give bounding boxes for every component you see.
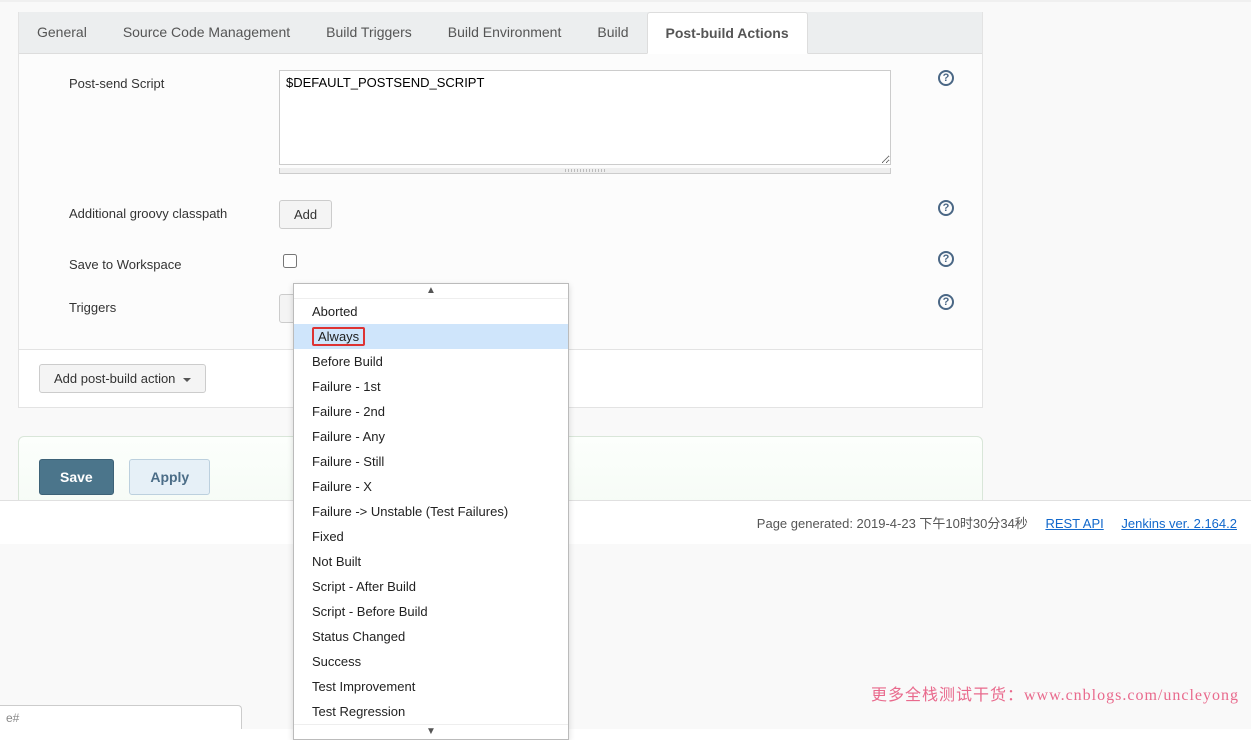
tab-build[interactable]: Build <box>579 12 646 53</box>
dropdown-item-always[interactable]: Always <box>294 324 568 349</box>
footer-rest-api-link[interactable]: REST API <box>1045 516 1103 531</box>
apply-button[interactable]: Apply <box>129 459 210 495</box>
tab-general[interactable]: General <box>19 12 105 53</box>
help-icon[interactable]: ? <box>938 251 954 267</box>
dropdown-scroll-up[interactable]: ▲ <box>294 284 568 299</box>
label-postsend-script: Post-send Script <box>69 70 279 91</box>
tab-build-environment[interactable]: Build Environment <box>430 12 580 53</box>
dropdown-item-success[interactable]: Success <box>294 649 568 674</box>
dropdown-item-script-before-build[interactable]: Script - Before Build <box>294 599 568 624</box>
postsend-script-textarea[interactable] <box>279 70 891 165</box>
dropdown-item-failure-x[interactable]: Failure - X <box>294 474 568 499</box>
dropdown-item-failure-2nd[interactable]: Failure - 2nd <box>294 399 568 424</box>
bottom-search-input[interactable] <box>0 705 242 729</box>
dropdown-item-test-improvement[interactable]: Test Improvement <box>294 674 568 699</box>
watermark-text: 更多全栈测试干货：www.cnblogs.com/uncleyong <box>871 681 1239 705</box>
dropdown-item-failure-1st[interactable]: Failure - 1st <box>294 374 568 399</box>
tab-build-triggers[interactable]: Build Triggers <box>308 12 430 53</box>
label-save-to-workspace: Save to Workspace <box>69 251 279 272</box>
dropdown-item-fixed[interactable]: Fixed <box>294 524 568 549</box>
row-save-to-workspace: Save to Workspace ? <box>69 245 962 278</box>
label-groovy-classpath: Additional groovy classpath <box>69 200 279 221</box>
row-groovy-classpath: Additional groovy classpath Add ? <box>69 194 962 235</box>
tab-scm[interactable]: Source Code Management <box>105 12 308 53</box>
dropdown-item-status-changed[interactable]: Status Changed <box>294 624 568 649</box>
trigger-dropdown: ▲ AbortedAlwaysBefore BuildFailure - 1st… <box>293 283 569 740</box>
dropdown-scroll-down[interactable]: ▼ <box>294 724 568 739</box>
add-classpath-button[interactable]: Add <box>279 200 332 229</box>
dropdown-item-test-regression[interactable]: Test Regression <box>294 699 568 724</box>
dropdown-item-failure-still[interactable]: Failure - Still <box>294 449 568 474</box>
dropdown-item-before-build[interactable]: Before Build <box>294 349 568 374</box>
footer-version-link[interactable]: Jenkins ver. 2.164.2 <box>1121 516 1237 531</box>
textarea-resize-grip[interactable] <box>279 168 891 174</box>
help-icon[interactable]: ? <box>938 200 954 216</box>
tab-post-build-actions[interactable]: Post-build Actions <box>647 12 808 54</box>
dropdown-item-failure-any[interactable]: Failure - Any <box>294 424 568 449</box>
save-to-workspace-checkbox[interactable] <box>283 254 297 268</box>
dropdown-item-script-after-build[interactable]: Script - After Build <box>294 574 568 599</box>
dropdown-item-failure-unstable-test-failures[interactable]: Failure -> Unstable (Test Failures) <box>294 499 568 524</box>
help-icon[interactable]: ? <box>938 70 954 86</box>
row-postsend-script: Post-send Script ? <box>69 64 962 180</box>
label-triggers: Triggers <box>69 294 279 315</box>
page-footer: Page generated: 2019-4-23 下午10时30分34秒 RE… <box>0 500 1251 544</box>
config-tabs: General Source Code Management Build Tri… <box>19 12 982 54</box>
help-icon[interactable]: ? <box>938 294 954 310</box>
dropdown-item-not-built[interactable]: Not Built <box>294 549 568 574</box>
save-button[interactable]: Save <box>39 459 114 495</box>
dropdown-item-aborted[interactable]: Aborted <box>294 299 568 324</box>
footer-generated: Page generated: 2019-4-23 下午10时30分34秒 <box>757 516 1028 531</box>
dropdown-list: AbortedAlwaysBefore BuildFailure - 1stFa… <box>294 299 568 724</box>
add-post-build-action-button[interactable]: Add post-build action <box>39 364 206 393</box>
